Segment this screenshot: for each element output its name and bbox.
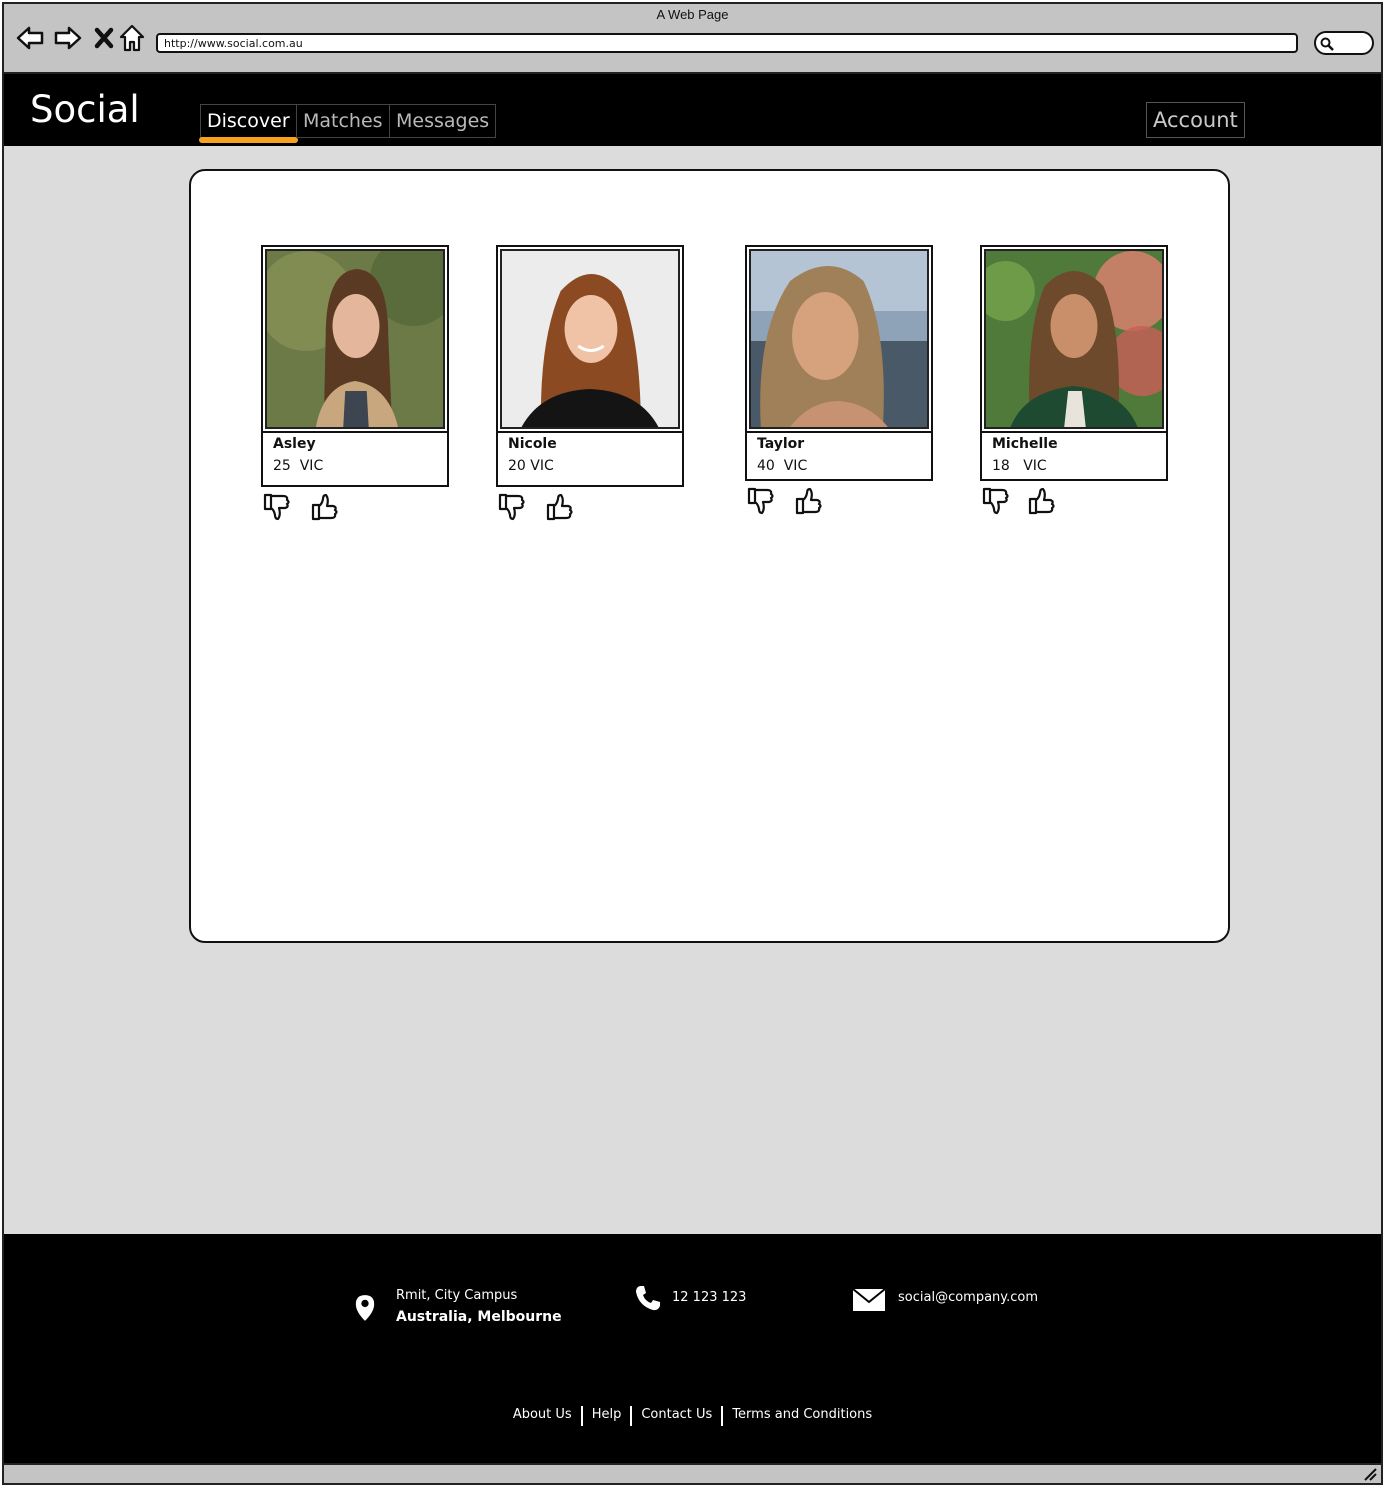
profile-state: VIC xyxy=(1023,458,1047,474)
status-bar xyxy=(4,1463,1381,1483)
home-icon[interactable] xyxy=(116,22,148,54)
like-button[interactable] xyxy=(544,491,576,523)
back-arrow-icon[interactable] xyxy=(14,22,46,54)
like-button[interactable] xyxy=(793,485,825,517)
profile-age: 40 xyxy=(757,458,775,474)
footer-link-about[interactable]: About Us xyxy=(504,1406,583,1426)
profile-card-nicole[interactable]: Nicole 20 VIC xyxy=(496,245,684,525)
profile-meta: 25 VIC xyxy=(273,458,437,474)
like-button[interactable] xyxy=(309,491,341,523)
browser-toolbar: A Web Page http://www.social.com.au xyxy=(4,4,1381,74)
thumbs-up-icon xyxy=(795,487,822,515)
footer-email: social@company.com xyxy=(852,1288,1038,1312)
footer-link-contact[interactable]: Contact Us xyxy=(632,1406,724,1426)
profile-name: Nicole xyxy=(508,436,557,452)
dislike-button[interactable] xyxy=(745,485,777,517)
profile-photo[interactable] xyxy=(265,249,445,429)
profile-meta: 18 VIC xyxy=(992,458,1156,474)
account-button[interactable]: Account xyxy=(1146,102,1245,138)
profile-meta: 40 VIC xyxy=(757,458,921,474)
brand-logo[interactable]: Social xyxy=(30,88,140,131)
footer-link-help[interactable]: Help xyxy=(583,1406,633,1426)
profile-card-michelle[interactable]: Michelle 18 VIC xyxy=(980,245,1168,519)
footer-links: About Us Help Contact Us Terms and Condi… xyxy=(4,1406,1381,1426)
thumbs-up-icon xyxy=(1028,487,1055,515)
profile-photo[interactable] xyxy=(749,249,929,429)
thumbs-up-icon xyxy=(311,493,338,521)
profile-card-taylor[interactable]: Taylor 40 VIC xyxy=(745,245,933,519)
profile-age: 18 xyxy=(992,458,1010,474)
url-input[interactable]: http://www.social.com.au xyxy=(156,33,1298,53)
profile-state: VIC xyxy=(783,458,808,474)
email-address[interactable]: social@company.com xyxy=(898,1290,1038,1305)
site-footer: Rmit, City Campus Australia, Melbourne 1… xyxy=(4,1234,1381,1464)
dislike-button[interactable] xyxy=(261,491,293,523)
thumbs-up-icon xyxy=(546,493,573,521)
address-line1: Rmit, City Campus xyxy=(396,1288,518,1303)
resize-grip-icon[interactable] xyxy=(1363,1467,1377,1481)
like-button[interactable] xyxy=(1026,485,1058,517)
address-line2: Australia, Melbourne xyxy=(396,1309,562,1325)
tab-messages[interactable]: Messages xyxy=(389,104,497,138)
tab-discover[interactable]: Discover xyxy=(199,104,298,143)
profile-photo[interactable] xyxy=(500,249,680,429)
profile-name: Michelle xyxy=(992,436,1058,452)
phone-number[interactable]: 12 123 123 xyxy=(672,1290,746,1305)
profile-age: 25 xyxy=(273,458,291,474)
window-title: A Web Page xyxy=(656,7,729,22)
thumbs-down-icon xyxy=(982,487,1009,515)
profile-age: 20 xyxy=(508,458,526,474)
dislike-button[interactable] xyxy=(980,485,1012,517)
thumbs-down-icon xyxy=(263,493,290,521)
dislike-button[interactable] xyxy=(496,491,528,523)
profile-state: VIC xyxy=(530,458,554,474)
discover-panel: Asley 25 VIC Nicole 20 VIC Taylor 40 VIC… xyxy=(189,169,1230,943)
search-icon xyxy=(1320,37,1334,51)
thumbs-down-icon xyxy=(498,493,525,521)
profile-name: Asley xyxy=(273,436,316,452)
profile-photo[interactable] xyxy=(984,249,1164,429)
footer-link-terms[interactable]: Terms and Conditions xyxy=(723,1406,881,1426)
profile-state: VIC xyxy=(299,458,324,474)
footer-phone: 12 123 123 xyxy=(634,1284,746,1312)
profile-name: Taylor xyxy=(757,436,805,452)
thumbs-down-icon xyxy=(747,487,774,515)
profile-card-asley[interactable]: Asley 25 VIC xyxy=(261,245,449,525)
browser-window: A Web Page http://www.social.com.au Soci… xyxy=(2,2,1383,1485)
app-header: Social Discover Matches Messages Account xyxy=(4,74,1381,146)
footer-address: Rmit, City Campus Australia, Melbourne xyxy=(354,1288,562,1325)
envelope-icon xyxy=(852,1288,886,1311)
forward-arrow-icon[interactable] xyxy=(52,22,84,54)
profile-meta: 20 VIC xyxy=(508,458,672,474)
location-pin-icon xyxy=(355,1295,375,1321)
phone-icon xyxy=(636,1286,660,1311)
browser-search-field[interactable] xyxy=(1314,31,1374,55)
tab-matches[interactable]: Matches xyxy=(296,104,390,138)
